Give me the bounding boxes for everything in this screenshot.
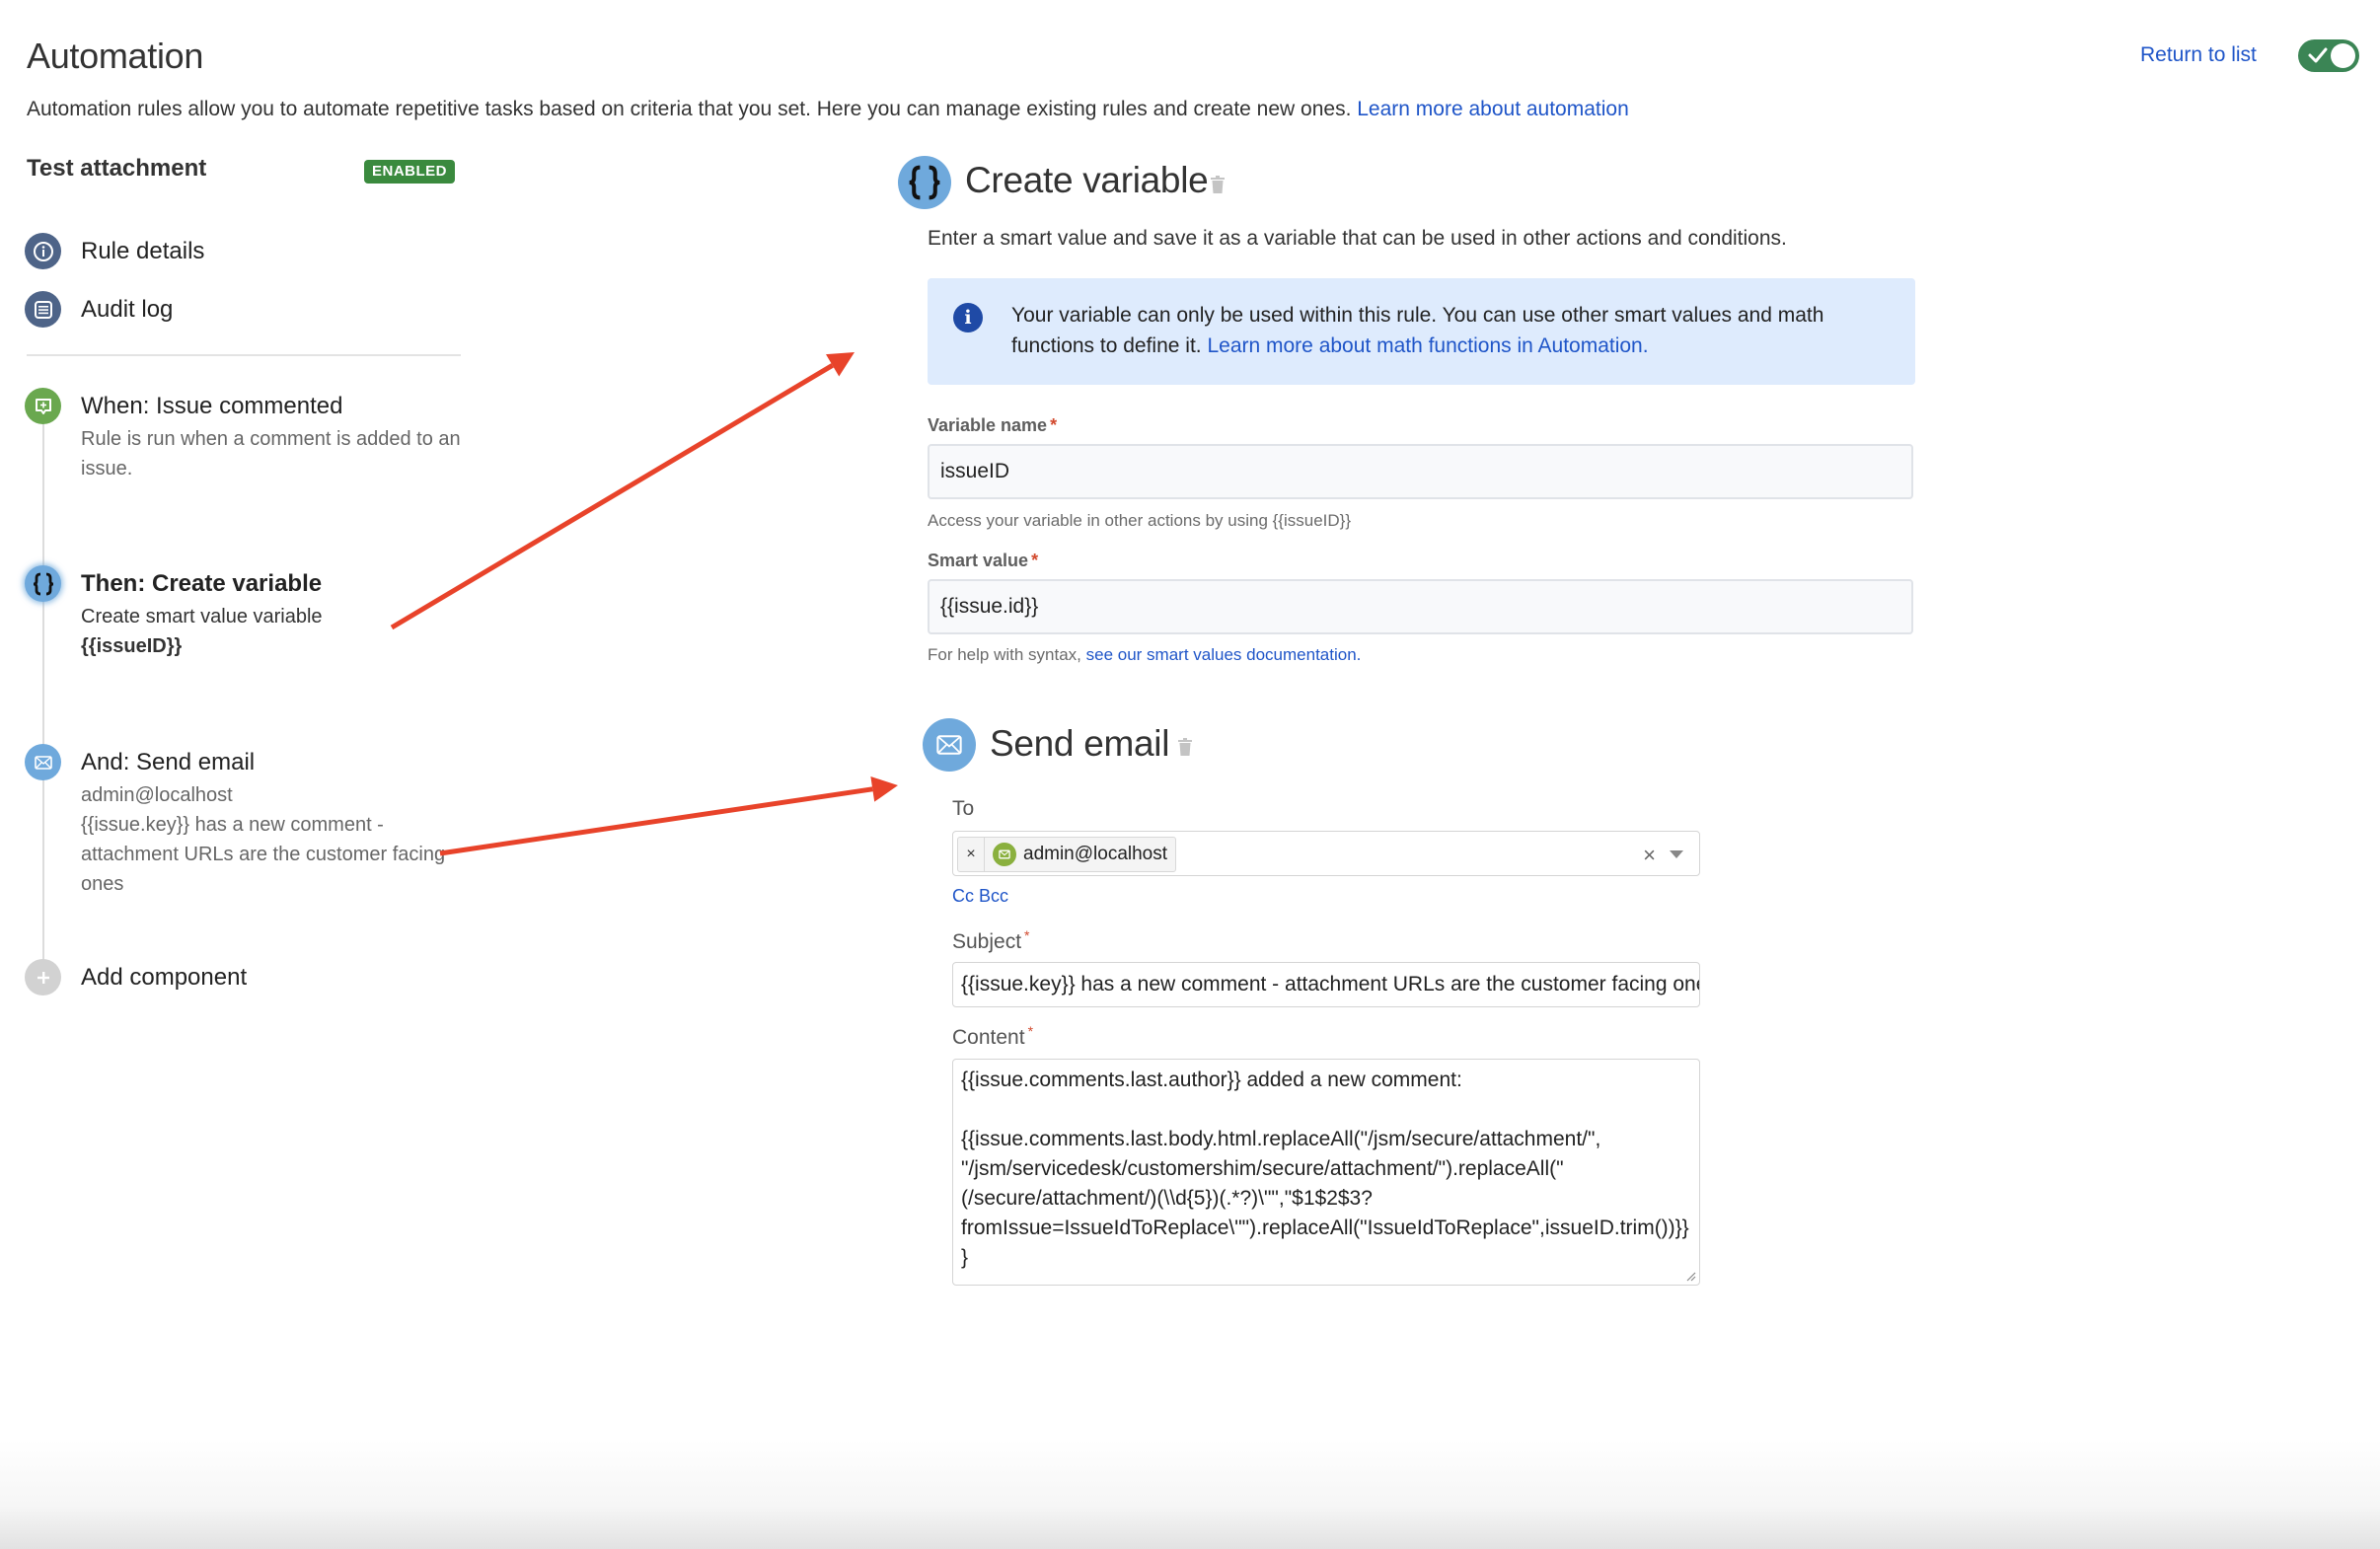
create-variable-title: Create variable: [965, 160, 1209, 200]
braces-icon: [25, 565, 61, 602]
arrow-shaft: [439, 786, 873, 856]
component-recipient: admin@localhost: [81, 784, 233, 806]
subject-label: Subject *: [952, 927, 1030, 954]
plus-icon: [25, 959, 61, 996]
info-message: i Your variable can only be used within …: [928, 278, 1915, 385]
variable-name-helper: Access your variable in other actions by…: [928, 511, 1352, 530]
component-variable-name: {{issueID}}: [81, 635, 183, 657]
delete-create-variable-trash-icon[interactable]: [1210, 175, 1226, 194]
smart-values-docs-link[interactable]: see our smart values documentation.: [1086, 645, 1362, 664]
required-asterisk: *: [1024, 927, 1030, 943]
smart-value-label-text: Smart value: [928, 551, 1029, 570]
smart-value-helper-text: For help with syntax,: [928, 645, 1086, 664]
to-label: To: [952, 797, 975, 820]
bottom-fade: [0, 1440, 2380, 1549]
required-asterisk: *: [1031, 551, 1039, 570]
comment-add-icon: [25, 388, 61, 424]
content-text: {{issue.comments.last.author}} added a n…: [961, 1069, 1689, 1269]
info-icon: i: [953, 303, 983, 332]
smart-value-helper: For help with syntax, see our smart valu…: [928, 645, 1361, 665]
sidebar-item-rule-details[interactable]: Rule details: [25, 233, 204, 269]
delete-send-email-trash-icon[interactable]: [1177, 737, 1193, 757]
arrow-head: [870, 775, 898, 802]
sidebar-item-label: Rule details: [81, 238, 205, 264]
status-badge: ENABLED: [364, 160, 456, 184]
subject-input[interactable]: {{issue.key}} has a new comment - attach…: [952, 962, 1700, 1007]
content-label-text: Content: [952, 1026, 1025, 1049]
content-textarea[interactable]: {{issue.comments.last.author}} added a n…: [952, 1059, 1700, 1286]
required-asterisk: *: [1050, 415, 1058, 435]
component-subject: {{issue.key}} has a new comment - attach…: [81, 814, 446, 895]
envelope-icon: [993, 843, 1016, 866]
to-recipients-select[interactable]: × admin@localhost ×: [952, 831, 1700, 876]
clear-recipients-icon[interactable]: ×: [1643, 843, 1656, 868]
recipient-chip: × admin@localhost: [957, 837, 1177, 872]
list-icon: [25, 291, 61, 328]
remove-recipient-button[interactable]: ×: [958, 838, 985, 871]
sidebar-item-label: Audit log: [81, 296, 174, 323]
smart-value-label: Smart value *: [928, 551, 1038, 571]
page-description-text: Automation rules allow you to automate r…: [27, 98, 1358, 120]
variable-name-label-text: Variable name: [928, 415, 1048, 435]
return-to-list-link[interactable]: Return to list: [2140, 43, 2257, 67]
page-description: Automation rules allow you to automate r…: [27, 98, 1629, 121]
add-component-label: Add component: [81, 964, 248, 991]
sidebar-item-audit-log[interactable]: Audit log: [25, 291, 173, 328]
component-title: And: Send email: [81, 749, 256, 775]
page-title: Automation: [27, 36, 204, 76]
recipient-label: admin@localhost: [1023, 844, 1168, 864]
sidebar-divider: [27, 354, 461, 356]
create-variable-description: Enter a smart value and save it as a var…: [928, 227, 1787, 250]
annotation-arrow-send-email: [439, 775, 898, 856]
smart-value-input[interactable]: {{issue.id}}: [928, 579, 1913, 634]
envelope-icon: [923, 718, 976, 772]
arrow-head: [826, 352, 855, 377]
checkmark-icon: [2308, 47, 2328, 63]
chevron-down-icon[interactable]: [1670, 850, 1683, 858]
subject-label-text: Subject: [952, 930, 1022, 953]
rule-name: Test attachment: [27, 155, 207, 182]
required-asterisk: *: [1027, 1023, 1034, 1039]
resize-handle-icon[interactable]: [1684, 1270, 1696, 1282]
variable-name-label: Variable name *: [928, 415, 1057, 436]
component-description: Create smart value variable: [81, 606, 323, 627]
envelope-icon: [25, 744, 61, 780]
add-component-button[interactable]: Add component: [25, 959, 247, 996]
learn-more-automation-link[interactable]: Learn more about automation: [1357, 98, 1629, 120]
content-label: Content *: [952, 1023, 1033, 1050]
component-trigger-issue-commented[interactable]: When: Issue commented Rule is run when a…: [25, 388, 466, 483]
component-title: Then: Create variable: [81, 570, 323, 597]
component-title: When: Issue commented: [81, 393, 343, 419]
component-description: Rule is run when a comment is added to a…: [81, 428, 461, 479]
cc-bcc-link[interactable]: Cc Bcc: [952, 886, 1008, 907]
braces-icon: [898, 156, 951, 209]
rule-enabled-toggle[interactable]: [2298, 39, 2359, 72]
info-icon: [25, 233, 61, 269]
component-action-create-variable[interactable]: Then: Create variable Create smart value…: [25, 565, 466, 661]
math-functions-link[interactable]: Learn more about math functions in Autom…: [1207, 334, 1648, 357]
send-email-title: Send email: [990, 723, 1170, 764]
variable-name-input[interactable]: issueID: [928, 444, 1913, 499]
component-action-send-email[interactable]: And: Send email admin@localhost {{issue.…: [25, 744, 466, 899]
toggle-knob: [2331, 43, 2355, 68]
